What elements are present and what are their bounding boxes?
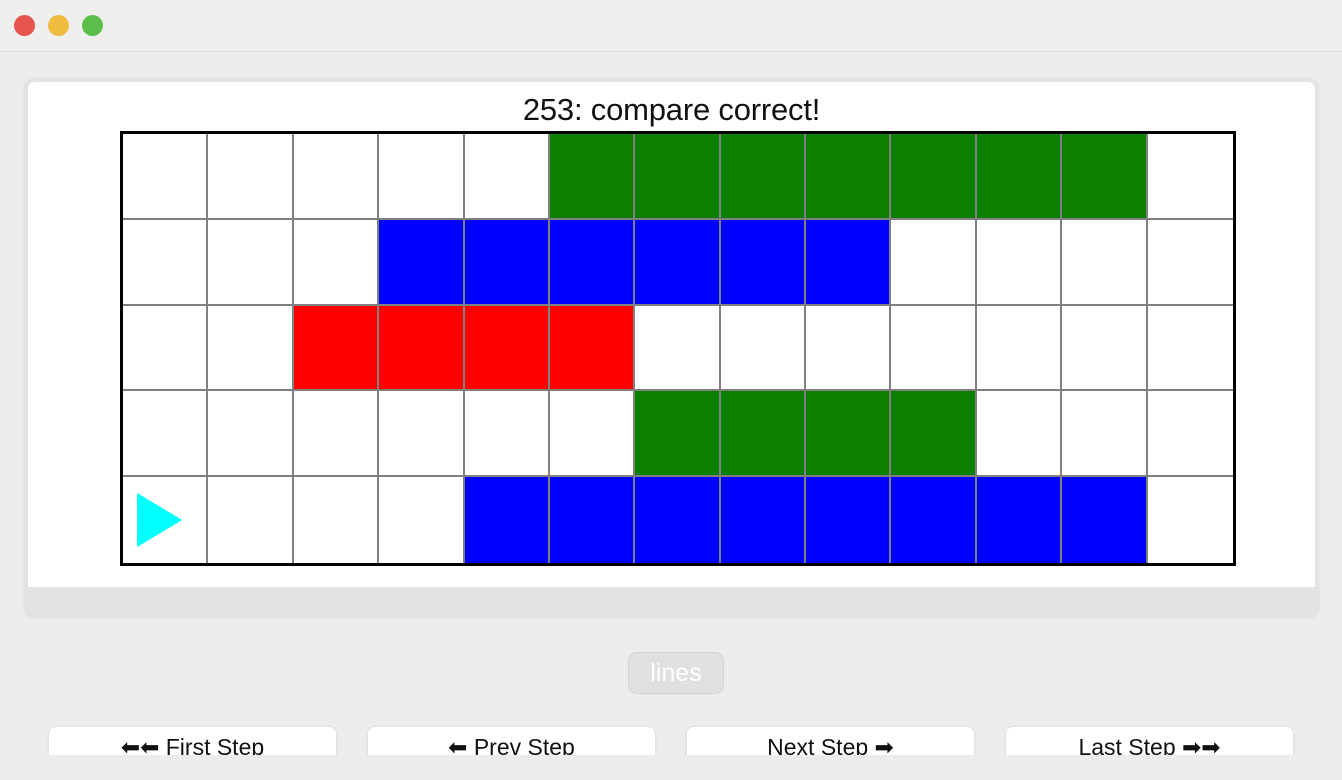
grid-cell bbox=[464, 477, 550, 563]
grid-cell bbox=[720, 219, 807, 306]
page-title: 253: compare correct! bbox=[522, 92, 821, 127]
grid-cell bbox=[549, 391, 636, 478]
grid-cell bbox=[1147, 305, 1233, 392]
app-window: 253: compare correct! lines ⬅⬅ First Ste… bbox=[0, 0, 1342, 780]
grid-cell bbox=[976, 219, 1063, 306]
grid-cell bbox=[208, 305, 294, 392]
grid-cell bbox=[891, 477, 977, 563]
grid-cell bbox=[379, 477, 465, 563]
grid-cell bbox=[1147, 134, 1233, 220]
grid-cell bbox=[1062, 305, 1148, 392]
grid-cell bbox=[379, 305, 465, 392]
grid-cell bbox=[720, 305, 807, 392]
tab-lines-label: lines bbox=[650, 658, 702, 687]
grid-cell bbox=[293, 477, 380, 563]
grid-cell bbox=[1062, 134, 1148, 220]
grid-cell bbox=[549, 134, 636, 220]
grid-cell bbox=[293, 219, 380, 306]
traffic-light-group bbox=[14, 15, 103, 36]
grid-cell bbox=[976, 305, 1063, 392]
grid-cell bbox=[123, 219, 209, 306]
grid-cell bbox=[635, 134, 721, 220]
grid-cell bbox=[464, 391, 550, 478]
grid-cell bbox=[208, 477, 294, 563]
grid-cell bbox=[806, 134, 892, 220]
grid-cell bbox=[1147, 391, 1233, 478]
close-button[interactable] bbox=[14, 15, 35, 36]
grid-cell bbox=[293, 134, 380, 220]
grid-cell bbox=[891, 134, 977, 220]
grid-cell bbox=[208, 219, 294, 306]
grid-cell bbox=[720, 477, 807, 563]
grid-cell bbox=[379, 391, 465, 478]
grid-cell bbox=[976, 391, 1063, 478]
grid-cell bbox=[123, 134, 209, 220]
grid-cell bbox=[635, 305, 721, 392]
grid-cell bbox=[720, 134, 807, 220]
grid-cell bbox=[806, 391, 892, 478]
grid-cell bbox=[123, 391, 209, 478]
grid-cell bbox=[1147, 219, 1233, 306]
grid-cell bbox=[891, 305, 977, 392]
grid-cell bbox=[549, 477, 636, 563]
bar-grid-container bbox=[120, 131, 1236, 566]
grid-cell bbox=[549, 219, 636, 306]
zoom-button[interactable] bbox=[82, 15, 103, 36]
grid-cell bbox=[806, 219, 892, 306]
grid-cell bbox=[1062, 219, 1148, 306]
grid-cell bbox=[379, 134, 465, 220]
grid-cell bbox=[720, 391, 807, 478]
minimize-button[interactable] bbox=[48, 15, 69, 36]
grid-cell bbox=[123, 305, 209, 392]
play-triangle-icon bbox=[136, 493, 182, 548]
grid-cell bbox=[806, 305, 892, 392]
visualization-panel: 253: compare correct! bbox=[24, 78, 1319, 617]
grid-cell bbox=[976, 134, 1063, 220]
bar-grid bbox=[123, 134, 1233, 563]
grid-cell bbox=[1062, 391, 1148, 478]
grid-cell bbox=[464, 219, 550, 306]
grid-cell bbox=[1147, 477, 1233, 563]
grid-cell bbox=[1062, 477, 1148, 563]
grid-cell bbox=[293, 305, 380, 392]
grid-cell bbox=[208, 391, 294, 478]
window-bottom-strip bbox=[0, 755, 1342, 780]
window-titlebar bbox=[0, 0, 1342, 52]
grid-cell bbox=[464, 305, 550, 392]
grid-cell bbox=[379, 219, 465, 306]
grid-cell bbox=[891, 219, 977, 306]
grid-cell bbox=[635, 391, 721, 478]
grid-cell bbox=[806, 477, 892, 563]
content-area: 253: compare correct! lines ⬅⬅ First Ste… bbox=[0, 53, 1342, 780]
grid-cell bbox=[208, 134, 294, 220]
grid-cell bbox=[635, 477, 721, 563]
tab-lines[interactable]: lines bbox=[628, 652, 724, 694]
grid-cell bbox=[891, 391, 977, 478]
grid-cell bbox=[549, 305, 636, 392]
grid-cell bbox=[464, 134, 550, 220]
grid-cell bbox=[123, 477, 209, 563]
grid-cell bbox=[635, 219, 721, 306]
visualization-card: 253: compare correct! bbox=[28, 82, 1315, 587]
grid-cell bbox=[293, 391, 380, 478]
grid-cell bbox=[976, 477, 1063, 563]
